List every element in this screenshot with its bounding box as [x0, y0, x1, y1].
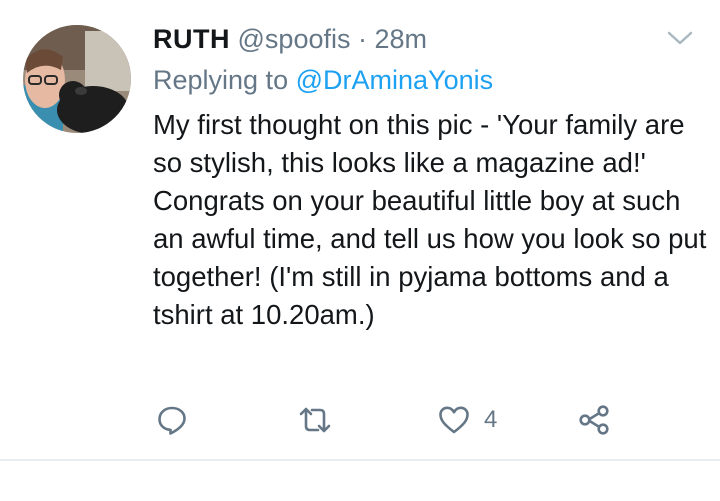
- author-handle[interactable]: @spoofis: [238, 24, 351, 54]
- chevron-down-icon: [667, 31, 693, 45]
- replying-to: Replying to @DrAminaYonis: [153, 63, 493, 97]
- heart-icon: [439, 406, 469, 434]
- replying-label: Replying to: [153, 65, 289, 95]
- tweet-menu-button[interactable]: [664, 26, 696, 50]
- like-count: 4: [484, 406, 498, 433]
- divider: [0, 459, 720, 461]
- tweet-text: My first thought on this pic - 'Your fam…: [153, 109, 707, 330]
- share-icon: [579, 405, 609, 435]
- retweet-icon: [299, 407, 331, 433]
- reply-icon: [158, 406, 186, 435]
- timestamp[interactable]: 28m: [375, 24, 428, 54]
- replying-handle-link[interactable]: @DrAminaYonis: [296, 65, 494, 95]
- reply-button[interactable]: [156, 400, 188, 440]
- share-button[interactable]: [578, 400, 610, 440]
- like-button[interactable]: 4: [438, 400, 497, 440]
- author-name[interactable]: RUTH: [153, 24, 230, 54]
- tweet[interactable]: RUTH @spoofis · 28m Replying to @DrAmina…: [0, 0, 720, 460]
- retweet-button[interactable]: [297, 400, 333, 440]
- avatar[interactable]: [23, 25, 131, 133]
- tweet-header: RUTH @spoofis · 28m: [153, 22, 427, 56]
- separator-dot: ·: [358, 24, 367, 54]
